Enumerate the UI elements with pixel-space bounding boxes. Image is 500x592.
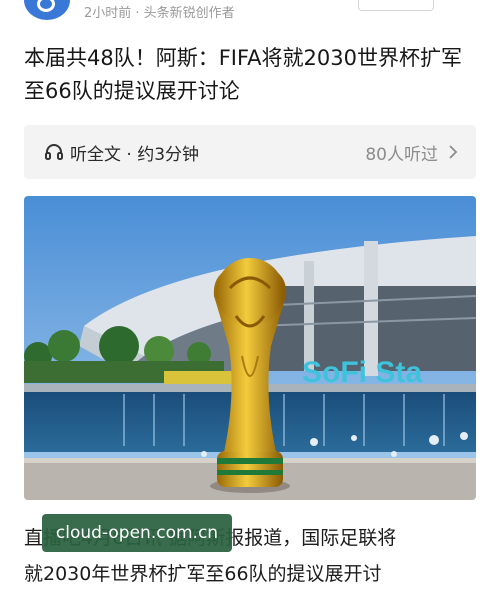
top-bar: 2小时前 · 头条新锐创作者: [0, 0, 500, 26]
world-cup-trophy-photo: SoFi Sta: [24, 196, 476, 500]
post-meta: 2小时前 · 头条新锐创作者: [84, 6, 235, 21]
listen-bar[interactable]: 听全文 · 约3分钟 80人听过: [24, 125, 476, 179]
article-photo[interactable]: SoFi Sta: [24, 196, 476, 500]
headphone-icon: [45, 144, 63, 160]
author-avatar[interactable]: [24, 0, 70, 20]
body-line: 就2030年世界杯扩军至66队的提议展开讨: [24, 563, 382, 585]
listen-count: 80人听过: [365, 145, 438, 165]
listen-full-text-label: 听全文 · 约3分钟: [70, 145, 200, 165]
article-title: 本届共48队！阿斯：FIFA将就2030世界杯扩军至66队的提议展开讨论: [24, 46, 462, 103]
watermark-badge: cloud-open.com.cn: [42, 514, 232, 552]
follow-button[interactable]: [358, 0, 434, 11]
chevron-right-icon: [449, 145, 458, 159]
